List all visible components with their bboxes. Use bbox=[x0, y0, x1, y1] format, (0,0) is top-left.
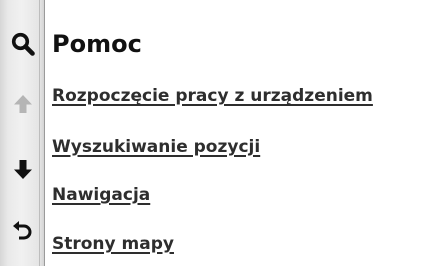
search-icon bbox=[10, 31, 36, 57]
sidebar bbox=[0, 0, 45, 266]
arrow-up-icon bbox=[11, 92, 35, 116]
back-icon bbox=[11, 219, 35, 243]
scroll-down-button[interactable] bbox=[6, 152, 40, 186]
help-screen: Pomoc Rozpoczęcie pracy z urządzeniem Wy… bbox=[0, 0, 441, 266]
menu-item-navigation[interactable]: Nawigacja bbox=[52, 184, 150, 206]
search-button[interactable] bbox=[6, 27, 40, 61]
page-title: Pomoc bbox=[52, 30, 142, 58]
back-button[interactable] bbox=[6, 214, 40, 248]
menu-item-map-pages[interactable]: Strony mapy bbox=[52, 233, 174, 255]
scroll-up-button[interactable] bbox=[6, 87, 40, 121]
menu-item-finding-locations[interactable]: Wyszukiwanie pozycji bbox=[52, 136, 260, 158]
arrow-down-icon bbox=[11, 157, 35, 181]
menu-item-getting-started[interactable]: Rozpoczęcie pracy z urządzeniem bbox=[52, 85, 373, 107]
